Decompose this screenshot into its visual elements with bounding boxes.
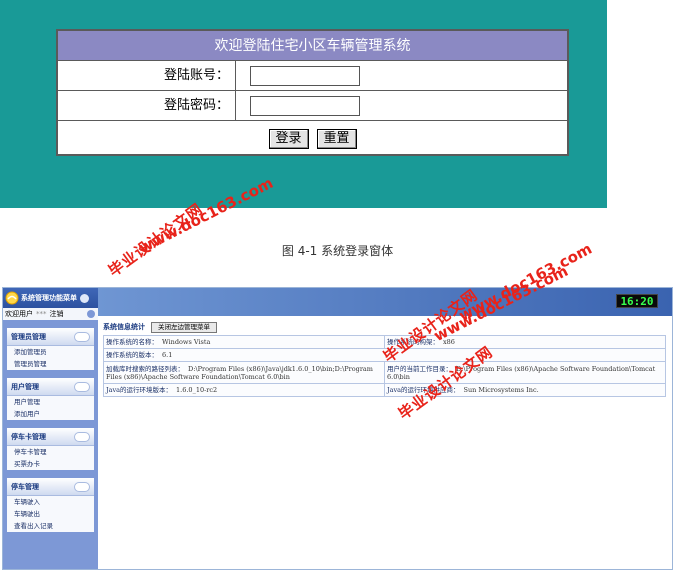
watermark-name: 毕业设计论文网 xyxy=(105,199,207,281)
menu-head-admins[interactable]: 管理员管理 xyxy=(7,328,94,346)
os-arch-label: 操作系统的构架： xyxy=(387,338,439,346)
os-arch-value: x86 xyxy=(443,338,455,346)
menu-head-label: 停车卡管理 xyxy=(11,432,46,441)
table-cell: 加载库时搜索的路径列表： D:\Program Files (x86)\Java\… xyxy=(103,361,385,384)
os-version-label: 操作系统的版本： xyxy=(106,351,158,359)
menu-item-records[interactable]: 查看出入记录 xyxy=(7,520,94,532)
password-cell xyxy=(236,91,360,120)
user-name: *** xyxy=(36,310,47,318)
table-row: 操作系统的版本： 6.1 xyxy=(103,348,666,362)
table-cell: Java的运行环境版本： 1.6.0_10-rc2 xyxy=(103,383,385,397)
menu-item-add-admin[interactable]: 添加管理员 xyxy=(7,346,94,358)
account-input[interactable] xyxy=(250,66,360,86)
menu-item-add-user[interactable]: 添加用户 xyxy=(7,408,94,420)
collapse-icon[interactable] xyxy=(80,293,89,303)
figure-caption: 图 4-1 系统登录窗体 xyxy=(281,244,394,258)
menu-head-label: 管理员管理 xyxy=(11,332,46,341)
reset-button[interactable]: 重置 xyxy=(316,129,357,149)
menu-group-cards: 停车卡管理 停车卡管理 买票办卡 xyxy=(7,428,94,470)
chevron-up-icon[interactable] xyxy=(74,431,90,442)
login-form: 欢迎登陆住宅小区车辆管理系统 登陆账号： 登陆密码： 登录 重置 xyxy=(56,29,569,156)
menu-group-admins: 管理员管理 添加管理员 管理员管理 xyxy=(7,328,94,370)
system-info-table: 操作系统的名称： Windows Vista 操作系统的构架： x86 操作系统的版… xyxy=(103,335,666,397)
content-area: 系统信息统计 关闭左边管理菜单 操作系统的名称： Windows Vista 操作… xyxy=(103,320,666,397)
password-row: 登陆密码： xyxy=(58,91,567,121)
chevron-up-icon[interactable] xyxy=(74,481,90,492)
account-row: 登陆账号： xyxy=(58,61,567,91)
java-version-label: Java的运行环境版本： xyxy=(106,386,173,394)
close-menu-button[interactable]: 关闭左边管理菜单 xyxy=(151,321,217,333)
chevron-up-icon[interactable] xyxy=(74,331,90,342)
menu-head-users[interactable]: 用户管理 xyxy=(7,378,94,396)
admin-banner: 16:20 xyxy=(98,288,672,316)
login-window: 欢迎登陆住宅小区车辆管理系统 登陆账号： 登陆密码： 登录 重置 xyxy=(0,0,607,208)
table-cell: 操作系统的名称： Windows Vista xyxy=(103,335,385,349)
menu-head-label: 停车管理 xyxy=(11,482,39,491)
logout-link[interactable]: 注销 xyxy=(50,309,64,319)
login-button[interactable]: 登录 xyxy=(268,129,309,149)
menu-group-users: 用户管理 用户管理 添加用户 xyxy=(7,378,94,420)
login-title: 欢迎登陆住宅小区车辆管理系统 xyxy=(58,31,567,61)
java-vendor-value: Sun Microsystems Inc. xyxy=(463,386,539,394)
section-title: 系统信息统计 xyxy=(103,323,145,331)
table-row: Java的运行环境版本： 1.6.0_10-rc2 Java的运行环境供应商： Su… xyxy=(103,383,666,397)
os-version-value: 6.1 xyxy=(162,351,173,359)
menu-item-user-manage[interactable]: 用户管理 xyxy=(7,396,94,408)
menu-item-buy-card[interactable]: 买票办卡 xyxy=(7,458,94,470)
menu-head-cards[interactable]: 停车卡管理 xyxy=(7,428,94,446)
java-vendor-label: Java的运行环境供应商： xyxy=(387,386,460,394)
login-button-row: 登录 重置 xyxy=(58,121,567,157)
menu-item-card-manage[interactable]: 停车卡管理 xyxy=(7,446,94,458)
section-header: 系统信息统计 关闭左边管理菜单 xyxy=(103,320,666,334)
table-cell: Java的运行环境供应商： Sun Microsystems Inc. xyxy=(384,383,666,397)
chevron-up-icon[interactable] xyxy=(74,381,90,392)
password-input[interactable] xyxy=(250,96,360,116)
table-cell: 操作系统的构架： x86 xyxy=(384,335,666,349)
table-cell: 操作系统的版本： 6.1 xyxy=(103,348,666,362)
sidebar-title: 系统管理功能菜单 xyxy=(21,294,77,302)
menu-group-parking: 停车管理 车辆驶入 车辆驶出 查看出入记录 xyxy=(7,478,94,532)
admin-window: 16:20 系统管理功能菜单 欢迎用户 *** 注销 管理员管理 添加管理员 管… xyxy=(2,287,673,570)
sidebar: 系统管理功能菜单 欢迎用户 *** 注销 管理员管理 添加管理员 管理员管理 用… xyxy=(3,288,98,569)
table-cell: 用户的当前工作目录： D:\Program Files (x86)\Apache … xyxy=(384,361,666,384)
password-label: 登陆密码： xyxy=(58,91,236,120)
table-row: 加载库时搜索的路径列表： D:\Program Files (x86)\Java\… xyxy=(103,361,666,384)
account-cell xyxy=(236,61,360,90)
menu-item-admin-manage[interactable]: 管理员管理 xyxy=(7,358,94,370)
menu-item-car-in[interactable]: 车辆驶入 xyxy=(7,496,94,508)
user-bar: 欢迎用户 *** 注销 xyxy=(3,308,98,320)
menu-head-label: 用户管理 xyxy=(11,382,39,391)
menu-head-parking[interactable]: 停车管理 xyxy=(7,478,94,496)
account-label: 登陆账号： xyxy=(58,61,236,90)
logo-icon xyxy=(5,291,19,305)
clock: 16:20 xyxy=(616,294,658,308)
menu-item-car-out[interactable]: 车辆驶出 xyxy=(7,508,94,520)
welcome-label: 欢迎用户 xyxy=(5,310,33,318)
user-dir-label: 用户的当前工作目录： xyxy=(387,364,452,373)
arrow-icon[interactable] xyxy=(87,310,95,318)
os-name-label: 操作系统的名称： xyxy=(106,338,158,346)
lib-path-label: 加载库时搜索的路径列表： xyxy=(106,364,184,373)
os-name-value: Windows Vista xyxy=(162,338,211,346)
java-version-value: 1.6.0_10-rc2 xyxy=(176,386,218,394)
sidebar-header: 系统管理功能菜单 xyxy=(3,288,98,308)
table-row: 操作系统的名称： Windows Vista 操作系统的构架： x86 xyxy=(103,335,666,349)
